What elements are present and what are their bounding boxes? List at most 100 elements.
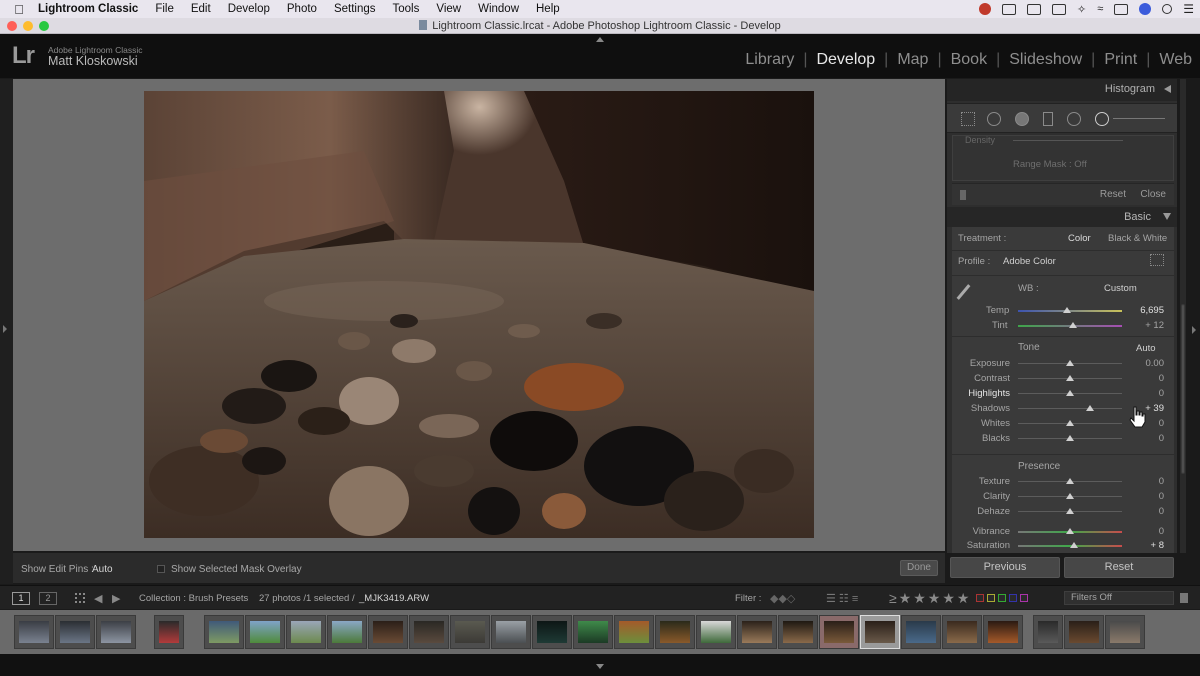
sliders-icon[interactable] [1051, 3, 1066, 15]
highlights-slider-knob[interactable] [1066, 390, 1074, 396]
texture-value[interactable]: 0 [1130, 476, 1164, 487]
brush-reset-button[interactable]: Reset [1100, 189, 1126, 200]
second-screen-button[interactable]: 2 [39, 592, 57, 605]
filter-preset-select[interactable]: Filters Off [1064, 591, 1174, 605]
reset-button[interactable]: Reset [1064, 557, 1174, 578]
previous-button[interactable]: Previous [950, 557, 1060, 578]
adjustment-brush-icon[interactable] [1095, 112, 1109, 126]
edit-filter-icons[interactable]: ☰ ☷ ≡ [826, 592, 858, 605]
filmstrip-thumbnail[interactable] [1033, 615, 1063, 649]
filmstrip-thumbnail[interactable] [573, 615, 613, 649]
filmstrip-thumbnail[interactable] [655, 615, 695, 649]
range-mask-select[interactable]: Range Mask : Off [1013, 159, 1087, 170]
menu-app[interactable]: Lightroom Classic [38, 3, 138, 15]
filmstrip-thumbnail[interactable] [860, 615, 900, 649]
profile-select[interactable]: Adobe Color [1003, 256, 1056, 267]
module-map[interactable]: Map [897, 51, 928, 69]
vibrance-slider-knob[interactable] [1066, 528, 1074, 534]
menu-settings[interactable]: Settings [334, 3, 376, 15]
texture-slider-knob[interactable] [1066, 478, 1074, 484]
filmstrip-thumbnail[interactable] [696, 615, 736, 649]
highlights-value[interactable]: 0 [1130, 388, 1164, 399]
bluetooth-icon[interactable]: ✧ [1077, 3, 1086, 16]
menu-window[interactable]: Window [478, 3, 519, 15]
filmstrip-thumbnail[interactable] [154, 615, 184, 649]
notification-center-icon[interactable]: ☰ [1183, 2, 1194, 16]
clarity-value[interactable]: 0 [1130, 491, 1164, 502]
spot-removal-icon[interactable] [987, 112, 1001, 126]
vibrance-value[interactable]: 0 [1130, 526, 1164, 537]
brush-size-slider[interactable] [1113, 118, 1165, 119]
module-develop[interactable]: Develop [816, 51, 875, 69]
menu-edit[interactable]: Edit [191, 3, 211, 15]
basic-collapse-icon[interactable] [1163, 213, 1171, 220]
graduated-filter-icon[interactable] [1043, 112, 1053, 126]
filmstrip-toggle-icon[interactable] [596, 664, 604, 669]
filmstrip-thumbnail[interactable] [450, 615, 490, 649]
filmstrip-thumbnail[interactable] [204, 615, 244, 649]
treatment-color-button[interactable]: Color [1068, 233, 1091, 244]
contrast-slider-knob[interactable] [1066, 375, 1074, 381]
right-panel-toggle-icon[interactable] [1192, 326, 1196, 334]
tone-auto-button[interactable]: Auto [1136, 343, 1156, 354]
shadows-slider-track[interactable] [1018, 408, 1122, 409]
menu-file[interactable]: File [155, 3, 174, 15]
brush-close-button[interactable]: Close [1140, 189, 1166, 200]
minimize-window-button[interactable] [23, 21, 33, 31]
blacks-slider-knob[interactable] [1066, 435, 1074, 441]
filmstrip-thumbnail[interactable] [737, 615, 777, 649]
spotlight-icon[interactable] [1162, 4, 1173, 14]
toggle-switch-icon[interactable] [960, 190, 966, 200]
contrast-value[interactable]: 0 [1130, 373, 1164, 384]
crop-overlay-icon[interactable] [961, 112, 975, 126]
main-screen-button[interactable]: 1 [12, 592, 30, 605]
saturation-slider-knob[interactable] [1070, 542, 1078, 548]
tint-slider-knob[interactable] [1069, 322, 1077, 328]
grid-view-icon[interactable] [75, 593, 85, 603]
filmstrip-thumbnail[interactable] [532, 615, 572, 649]
filmstrip-thumbnail[interactable] [1105, 615, 1145, 649]
selected-filename[interactable]: _MJK3419.ARW [359, 593, 429, 604]
density-slider-track[interactable] [1013, 140, 1123, 141]
menu-tools[interactable]: Tools [393, 3, 420, 15]
zoom-window-button[interactable] [39, 21, 49, 31]
color-label-filter[interactable] [976, 594, 1028, 602]
menu-photo[interactable]: Photo [287, 3, 317, 15]
basic-panel-header[interactable]: Basic [947, 207, 1177, 227]
clarity-slider-knob[interactable] [1066, 493, 1074, 499]
filmstrip-thumbnail[interactable] [96, 615, 136, 649]
module-book[interactable]: Book [951, 51, 987, 69]
saturation-value[interactable]: + 8 [1130, 540, 1164, 551]
exposure-value[interactable]: 0.00 [1130, 358, 1165, 369]
filmstrip-thumbnail[interactable] [245, 615, 285, 649]
record-icon[interactable] [1026, 3, 1041, 15]
cc-icon[interactable] [978, 3, 991, 15]
filmstrip-thumbnail[interactable] [614, 615, 654, 649]
apple-icon[interactable]:  [0, 2, 38, 17]
histogram-header[interactable]: Histogram [947, 79, 1177, 101]
menu-view[interactable]: View [436, 3, 461, 15]
mask-overlay-label[interactable]: Show Selected Mask Overlay [171, 564, 302, 575]
temp-value[interactable]: 6,695 [1130, 305, 1164, 316]
blacks-value[interactable]: 0 [1130, 433, 1164, 444]
menu-develop[interactable]: Develop [228, 3, 270, 15]
close-window-button[interactable] [7, 21, 17, 31]
radial-filter-icon[interactable] [1067, 112, 1081, 126]
module-web[interactable]: Web [1159, 51, 1192, 69]
filmstrip-thumbnail[interactable] [368, 615, 408, 649]
top-panel-toggle-icon[interactable] [596, 37, 604, 42]
profile-browser-icon[interactable] [1150, 254, 1164, 266]
temp-slider-knob[interactable] [1063, 307, 1071, 313]
rating-filter-stars[interactable]: ≥★★★★★ [889, 590, 971, 607]
forward-arrow-icon[interactable]: ▶ [112, 592, 120, 605]
show-edit-pins-select[interactable]: Auto [92, 564, 113, 575]
back-arrow-icon[interactable]: ◀ [94, 592, 102, 605]
filmstrip-thumbnail[interactable] [819, 615, 859, 649]
right-panel-scrollbar[interactable] [1180, 79, 1186, 553]
filmstrip-thumbnail[interactable] [901, 615, 941, 649]
menu-help[interactable]: Help [536, 3, 560, 15]
module-slideshow[interactable]: Slideshow [1009, 51, 1082, 69]
dehaze-slider-knob[interactable] [1066, 508, 1074, 514]
flag-filter-icons[interactable]: ◆◆◇ [770, 592, 795, 605]
image-canvas[interactable] [13, 79, 945, 551]
